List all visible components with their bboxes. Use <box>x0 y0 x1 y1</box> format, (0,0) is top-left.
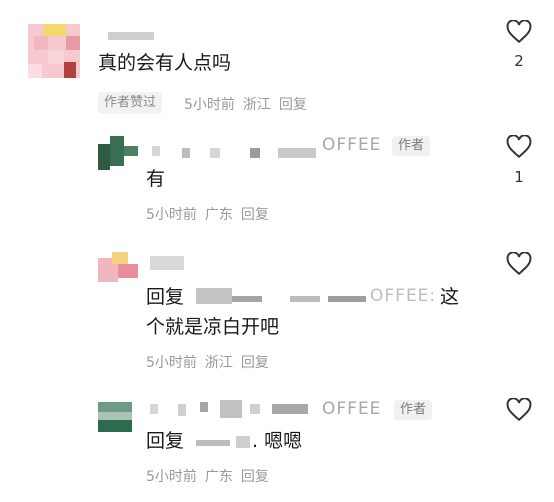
comment-time: 5小时前 <box>146 469 197 485</box>
comment-meta: 5小时前 广东 回复 <box>146 466 277 486</box>
heart-outline-icon[interactable] <box>506 135 532 159</box>
handle-suffix: OFFEE <box>322 399 382 419</box>
comment-location: 广东 <box>204 207 233 223</box>
author-tag: 作者 <box>394 400 433 420</box>
comment-location: 广东 <box>204 469 233 485</box>
avatar[interactable] <box>98 252 138 282</box>
comment-location: 浙江 <box>242 97 271 113</box>
username-blurred[interactable] <box>108 32 154 40</box>
reply-prefix: 回复 <box>146 430 185 452</box>
like-count: 2 <box>514 52 524 70</box>
comment-text-line2: 个就是凉白开吧 <box>146 316 280 338</box>
handle-suffix: OFFEE <box>322 135 382 155</box>
username-blurred[interactable] <box>150 404 158 414</box>
comment-text-end: 这 <box>440 286 460 308</box>
avatar[interactable] <box>98 134 138 170</box>
avatar[interactable] <box>98 402 132 434</box>
comment-meta: 5小时前 广东 回复 <box>146 204 277 224</box>
comment-meta: 5小时前 浙江 回复 <box>184 94 315 114</box>
comment-time: 5小时前 <box>184 97 235 113</box>
comment-time: 5小时前 <box>146 207 197 223</box>
reply-prefix: 回复 <box>146 286 185 308</box>
mention-handle-suffix: OFFEE: <box>370 286 437 306</box>
heart-outline-icon[interactable] <box>506 20 532 44</box>
heart-outline-icon[interactable] <box>506 252 532 276</box>
reply-button[interactable]: 回复 <box>279 97 307 113</box>
username-blurred[interactable] <box>152 146 160 156</box>
comment-text: . 嗯嗯 <box>252 430 303 452</box>
author-tag: 作者 <box>392 136 431 156</box>
reply-button[interactable]: 回复 <box>241 355 269 371</box>
comment-text: 真的会有人点吗 <box>98 52 232 74</box>
username-blurred[interactable] <box>150 256 184 270</box>
author-liked-badge: 作者赞过 <box>98 92 163 114</box>
heart-outline-icon[interactable] <box>506 398 532 422</box>
comment-location: 浙江 <box>204 355 233 371</box>
reply-button[interactable]: 回复 <box>241 207 269 223</box>
avatar[interactable] <box>28 24 80 78</box>
like-count: 1 <box>514 168 524 186</box>
reply-button[interactable]: 回复 <box>241 469 269 485</box>
comment-time: 5小时前 <box>146 355 197 371</box>
comment-meta: 5小时前 浙江 回复 <box>146 352 277 372</box>
comment-text: 有 <box>146 168 166 190</box>
